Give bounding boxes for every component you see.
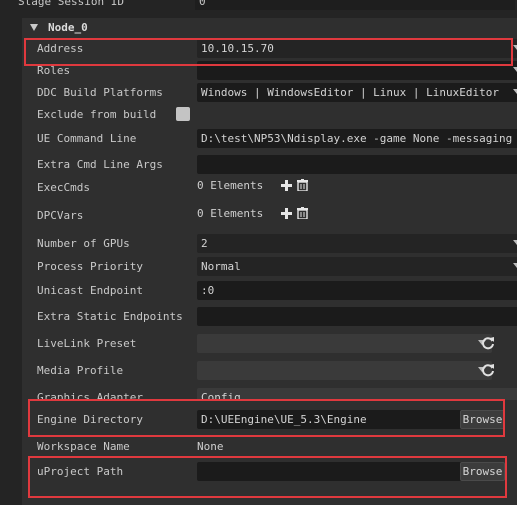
graphics-label: Graphics Adapter <box>37 391 143 400</box>
address-row: Address 10.10.15.70 <box>22 37 517 60</box>
roles-label: Roles <box>37 64 71 77</box>
refresh-icon[interactable] <box>481 336 495 350</box>
node-title: Node_0 <box>48 21 88 34</box>
execcmds-label: ExecCmds <box>37 181 90 194</box>
address-label: Address <box>37 42 84 55</box>
priority-value: Normal <box>201 260 241 273</box>
gpus-row: Number of GPUs 2 <box>22 232 517 255</box>
cmdline-row: UE Command Line D:\test\NP53\Ndisplay.ex… <box>22 127 517 150</box>
extra-cmd-row: Extra Cmd Line Args <box>22 153 517 176</box>
unicast-value: :0 <box>201 284 215 297</box>
media-label: Media Profile <box>37 364 124 377</box>
chevron-down-icon <box>513 67 517 72</box>
address-dropdown[interactable]: 10.10.15.70 <box>197 39 517 58</box>
dpcvars-label: DPCVars <box>37 209 84 222</box>
refresh-icon[interactable] <box>481 363 495 377</box>
cmdline-field[interactable]: D:\test\NP53\Ndisplay.exe -game None -me… <box>197 129 517 148</box>
engine-dir-label: Engine Directory <box>37 413 143 426</box>
execcmds-value: 0 Elements <box>197 179 264 192</box>
livelink-dropdown[interactable] <box>197 334 492 353</box>
gpus-value: 2 <box>201 237 208 250</box>
gpus-label: Number of GPUs <box>37 237 130 250</box>
plus-icon[interactable] <box>281 180 292 191</box>
stage-session-field[interactable]: 0 <box>195 0 515 10</box>
chevron-down-icon <box>513 240 517 245</box>
stage-session-label: Stage Session ID <box>18 0 124 8</box>
trash-icon[interactable] <box>297 179 308 191</box>
uproject-field[interactable] <box>197 462 477 481</box>
engine-dir-field[interactable]: D:\UEEngine\UE_5.3\Engine <box>197 410 477 429</box>
ddc-row: DDC Build Platforms Windows | WindowsEdi… <box>22 81 517 104</box>
stage-session-row: Stage Session ID 0 <box>0 0 517 10</box>
workspace-value: None <box>197 440 224 453</box>
unicast-row: Unicast Endpoint :0 <box>22 279 517 302</box>
roles-dropdown[interactable] <box>197 61 517 80</box>
chevron-down-icon <box>513 45 517 50</box>
dpcvars-value: 0 Elements <box>197 207 264 220</box>
priority-label: Process Priority <box>37 260 143 273</box>
dpcvars-row: DPCVars 0 Elements <box>22 204 517 227</box>
livelink-row: LiveLink Preset <box>22 332 517 355</box>
exclude-row: Exclude from build <box>22 103 517 126</box>
media-row: Media Profile <box>22 359 517 382</box>
roles-row: Roles <box>22 59 517 82</box>
execcmds-row: ExecCmds 0 Elements <box>22 176 517 199</box>
workspace-label: Workspace Name <box>37 440 130 453</box>
ddc-value: Windows | WindowsEditor | Linux | LinuxE… <box>201 86 500 99</box>
address-value: 10.10.15.70 <box>201 42 274 55</box>
extra-cmd-label: Extra Cmd Line Args <box>37 158 163 171</box>
cmdline-value: D:\test\NP53\Ndisplay.exe -game None -me… <box>201 132 517 145</box>
workspace-row: Workspace Name None <box>22 435 517 458</box>
node-header[interactable]: Node_0 <box>22 18 517 38</box>
cmdline-label: UE Command Line <box>37 132 137 145</box>
plus-icon[interactable] <box>281 208 292 219</box>
uproject-row: uProject Path Browse <box>22 460 517 483</box>
extra-cmd-field[interactable] <box>197 155 517 174</box>
graphics-row: Graphics Adapter Config <box>22 386 517 400</box>
gpus-dropdown[interactable]: 2 <box>197 234 517 253</box>
uproject-browse-button[interactable]: Browse <box>460 462 505 481</box>
unicast-field[interactable]: :0 <box>197 281 517 300</box>
priority-row: Process Priority Normal <box>22 255 517 278</box>
media-dropdown[interactable] <box>197 361 492 380</box>
static-endpoints-row: Extra Static Endpoints <box>22 305 517 328</box>
uproject-label: uProject Path <box>37 465 124 478</box>
ddc-label: DDC Build Platforms <box>37 86 163 99</box>
engine-dir-row: Engine Directory D:\UEEngine\UE_5.3\Engi… <box>22 408 517 431</box>
ddc-dropdown[interactable]: Windows | WindowsEditor | Linux | LinuxE… <box>197 83 517 102</box>
graphics-dropdown[interactable]: Config <box>197 388 517 400</box>
chevron-down-icon <box>513 89 517 94</box>
exclude-checkbox[interactable] <box>176 107 190 121</box>
static-endpoints-field[interactable] <box>197 307 517 326</box>
unicast-label: Unicast Endpoint <box>37 284 143 297</box>
engine-dir-browse-button[interactable]: Browse <box>460 410 505 429</box>
graphics-value: Config <box>201 391 241 400</box>
trash-icon[interactable] <box>297 207 308 219</box>
static-endpoints-label: Extra Static Endpoints <box>37 310 183 323</box>
engine-dir-value: D:\UEEngine\UE_5.3\Engine <box>201 413 367 426</box>
livelink-label: LiveLink Preset <box>37 337 137 350</box>
priority-dropdown[interactable]: Normal <box>197 257 517 276</box>
exclude-label: Exclude from build <box>37 108 157 121</box>
triangle-down-icon[interactable] <box>30 24 38 32</box>
chevron-down-icon <box>513 263 517 268</box>
